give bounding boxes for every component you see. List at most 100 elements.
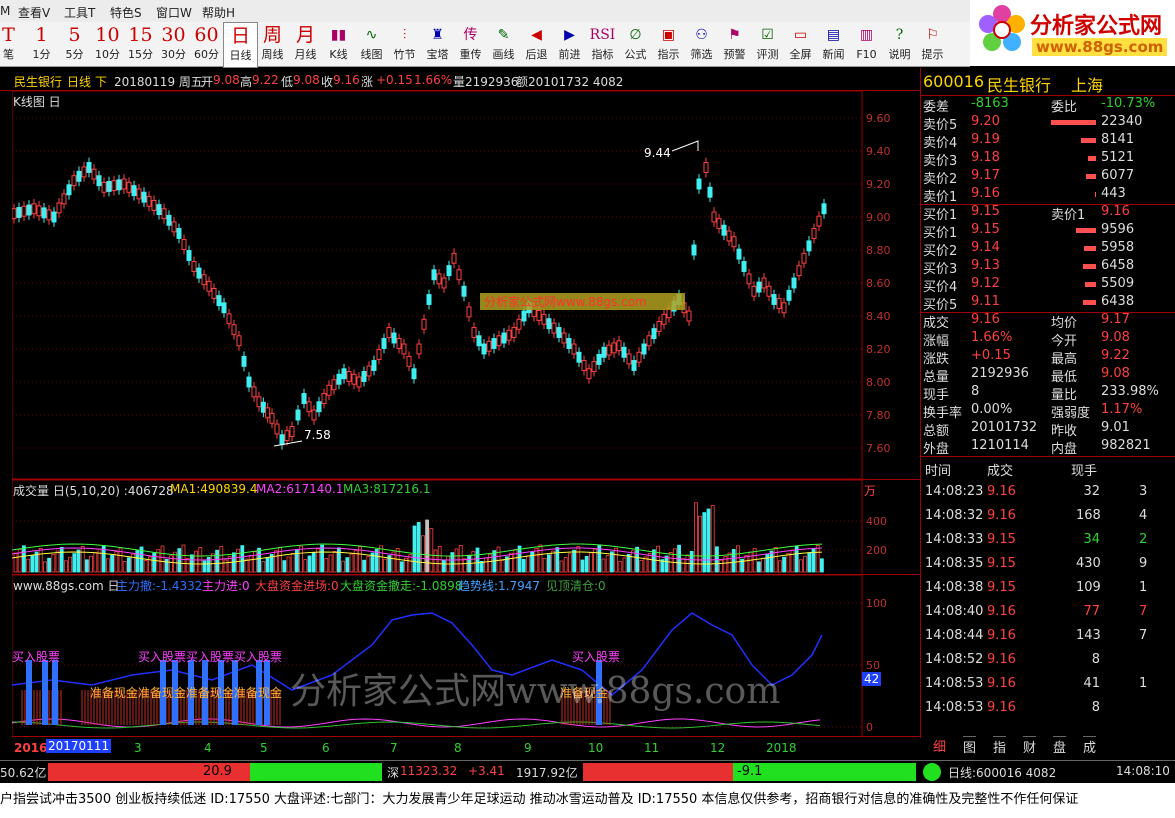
quote-tab[interactable]: 财 bbox=[1023, 736, 1037, 756]
volume-bar bbox=[773, 547, 778, 573]
toolbar-button-5[interactable]: 30 30分 bbox=[157, 22, 190, 66]
candle-body bbox=[691, 244, 697, 256]
volume-bar bbox=[689, 551, 694, 573]
menu-item-4[interactable]: 窗口W bbox=[156, 4, 192, 21]
menu-item-1[interactable]: 查看V bbox=[18, 4, 50, 21]
toolbar-button-26[interactable]: ▥ F10 bbox=[850, 22, 883, 66]
candle-body bbox=[121, 178, 127, 190]
indicator-chart[interactable]: 100500买入股票 买入股票 买入股票 买入股票 买入股票准备现金 准备现金 准备现金 准备… bbox=[12, 575, 920, 737]
tick-extra: 1 bbox=[1139, 580, 1148, 595]
tick-extra: 7 bbox=[1139, 604, 1148, 619]
tick-row: 14:08:53 9.16 8 bbox=[921, 700, 1175, 718]
bid-row[interactable]: 买价5 9.11 6438 bbox=[921, 294, 1175, 313]
sh-bar-value: 20.9 bbox=[203, 764, 232, 779]
volume-bar bbox=[177, 548, 182, 573]
volume-bar bbox=[521, 559, 526, 573]
toolbar-button-8[interactable]: 周周线 bbox=[256, 22, 289, 66]
kline-chart[interactable]: 9.60 9.40 9.20 9.00 8.80 8.60 8.40 8.20 8.00 7.80… bbox=[12, 91, 920, 479]
kline-ytick: 8.80 bbox=[866, 244, 891, 257]
bid-row[interactable]: 买价2 9.14 5958 bbox=[921, 240, 1175, 259]
bid-row[interactable]: 买价4 9.12 5509 bbox=[921, 276, 1175, 295]
toolbar-button-14[interactable]: 传重传 bbox=[454, 22, 487, 66]
volume-bar bbox=[601, 558, 606, 573]
volume-bar bbox=[807, 552, 812, 573]
toolbar-button-24[interactable]: ▭ 全屏 bbox=[784, 22, 817, 66]
toolbar-button-12[interactable]: ⫶ 竹节 bbox=[388, 22, 421, 66]
quote-tab[interactable]: 指 bbox=[993, 736, 1007, 756]
tick-row: 14:08:44 9.16 143 7 bbox=[921, 628, 1175, 646]
ask-row[interactable]: 卖价5 9.20 22340 bbox=[921, 114, 1175, 133]
quote-panel: 600016 民生银行 上海 委差 -8163 委比 -10.73% 卖价5 9.… bbox=[920, 68, 1175, 756]
toolbar-button-21[interactable]: ⚇ 筛选 bbox=[685, 22, 718, 66]
change-pct: 1.66% bbox=[414, 73, 453, 87]
toolbar-button-23[interactable]: ☑ 评测 bbox=[751, 22, 784, 66]
toolbar-button-4[interactable]: 15 15分 bbox=[124, 22, 157, 66]
volume-bar bbox=[303, 559, 308, 573]
menu-item-3[interactable]: 特色S bbox=[110, 4, 142, 21]
toolbar-button-9[interactable]: 月月线 bbox=[289, 22, 322, 66]
toolbar-label: 画线 bbox=[492, 48, 515, 61]
toolbar-button-18[interactable]: RSI 指标 bbox=[586, 22, 619, 66]
toolbar-button-28[interactable]: ⚐ 提示 bbox=[916, 22, 949, 66]
candle-body bbox=[236, 335, 242, 347]
candle-body bbox=[756, 281, 762, 293]
candle-body bbox=[116, 179, 122, 191]
toolbar-button-17[interactable]: ▶ 前进 bbox=[553, 22, 586, 66]
candle-body bbox=[46, 209, 52, 221]
volume-bar bbox=[64, 560, 68, 573]
volume-ma3: MA3:817216.1 bbox=[343, 482, 431, 496]
ask-row[interactable]: 卖价1 9.16 443 bbox=[921, 186, 1175, 205]
menu-item-5[interactable]: 帮助H bbox=[202, 4, 235, 21]
stat-row: 涨幅 1.66% 今开 9.08 bbox=[921, 330, 1175, 349]
buy-label: 买入股票 bbox=[572, 650, 620, 664]
toolbar-button-27[interactable]: ? 说明 bbox=[883, 22, 916, 66]
x-axis: 2016 20170111 3 4 5 6 7 8 9 10 11 12 2018 bbox=[12, 736, 920, 759]
toolbar-button-19[interactable]: ∅ 公式 bbox=[619, 22, 652, 66]
toolbar-button-11[interactable]: ∿ 线图 bbox=[355, 22, 388, 66]
toolbar-glyph-icon: ▥ bbox=[859, 27, 874, 43]
bid-row[interactable]: 买价1 9.15 9596 bbox=[921, 222, 1175, 241]
toolbar-button-15[interactable]: ✎ 画线 bbox=[487, 22, 520, 66]
toolbar-button-7[interactable]: 日日线 bbox=[223, 22, 258, 68]
toolbar-button-3[interactable]: 10 10分 bbox=[91, 22, 124, 66]
toolbar-button-20[interactable]: ▣ 指示 bbox=[652, 22, 685, 66]
stat-label: 现手 bbox=[923, 388, 950, 403]
tick-price: 9.15 bbox=[987, 580, 1016, 595]
toolbar-button-22[interactable]: ⚑ 预警 bbox=[718, 22, 751, 66]
toolbar-button-0[interactable]: T笔 bbox=[0, 22, 25, 66]
quote-tab[interactable]: 盘 bbox=[1053, 736, 1067, 756]
volume-panel[interactable]: 400 200 成交量 日(5,10,20) :406728 MA1:490839… bbox=[12, 479, 920, 575]
volume-bar bbox=[106, 558, 110, 573]
toolbar-button-1[interactable]: 1 1分 bbox=[25, 22, 58, 66]
x-axis-month: 12 bbox=[710, 741, 726, 755]
news-ticker-text[interactable]: 户指尝试冲击3500 创业板持续低迷 ID:17550 大盘评述:七部门：大力发… bbox=[0, 788, 1078, 807]
toolbar-glyph-icon: T bbox=[2, 24, 15, 46]
candle-body bbox=[295, 409, 301, 421]
toolbar-button-13[interactable]: ♜ 宝塔 bbox=[421, 22, 454, 66]
toolbar-glyph-icon: 10 bbox=[95, 24, 120, 46]
ask-row[interactable]: 卖价3 9.18 5121 bbox=[921, 150, 1175, 169]
quote-tab[interactable]: 细 bbox=[933, 736, 946, 755]
kline-panel[interactable]: 9.60 9.40 9.20 9.00 8.80 8.60 8.40 8.20 8.00 7.80… bbox=[12, 91, 920, 479]
news-ticker[interactable]: 户指尝试冲击3500 创业板持续低迷 ID:17550 大盘评述:七部门：大力发… bbox=[0, 783, 1175, 818]
date: 20180119 周五 bbox=[114, 75, 203, 89]
quote-tab[interactable]: 图 bbox=[963, 736, 977, 756]
indicator-ytick: 0 bbox=[866, 721, 873, 734]
toolbar-button-2[interactable]: 5 5分 bbox=[58, 22, 91, 66]
quote-tab[interactable]: 成 bbox=[1083, 736, 1097, 756]
toolbar-button-6[interactable]: 60 60分 bbox=[190, 22, 223, 66]
toolbar-button-10[interactable]: ▮▮ K线 bbox=[322, 22, 355, 66]
toolbar-button-25[interactable]: ▤ 新闻 bbox=[817, 22, 850, 66]
ask-row[interactable]: 卖价4 9.19 8141 bbox=[921, 132, 1175, 151]
bid1-header-label: 买价1 bbox=[923, 208, 958, 223]
menu-item-2[interactable]: 工具T bbox=[64, 4, 95, 21]
candle-body bbox=[576, 351, 582, 363]
indicator-panel[interactable]: 100 50 0 买入股票 买入股票 买入股票 买入股票 买入股票 准备现金 准备现金 准备现金 准备… bbox=[12, 574, 920, 737]
bid-row[interactable]: 买价3 9.13 6458 bbox=[921, 258, 1175, 277]
candle-body bbox=[571, 343, 577, 355]
volume-bar bbox=[589, 552, 593, 573]
candle-body bbox=[601, 346, 607, 358]
menu-item-0[interactable]: M bbox=[0, 4, 10, 18]
toolbar-button-16[interactable]: ◀ 后退 bbox=[520, 22, 553, 66]
ask-row[interactable]: 卖价2 9.17 6077 bbox=[921, 168, 1175, 187]
